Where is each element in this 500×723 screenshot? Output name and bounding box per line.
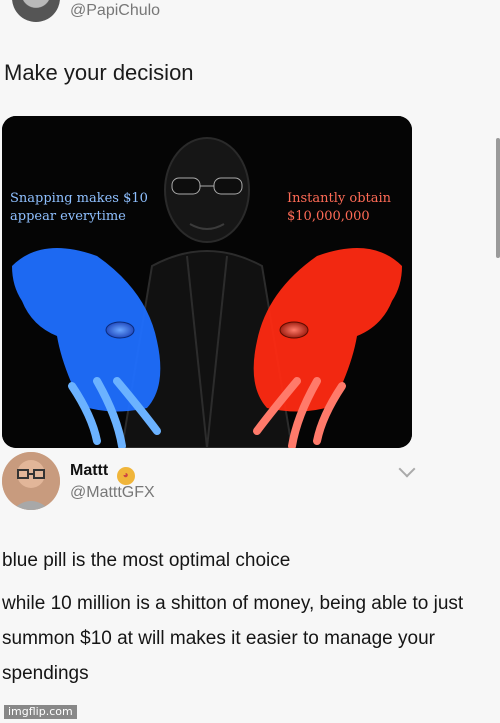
reply-author-name[interactable]: Mattt ◕: [70, 462, 135, 485]
chevron-down-icon[interactable]: [398, 460, 416, 478]
tweet-handle[interactable]: @PapiChulo: [70, 2, 160, 20]
reply-author-name-text: Mattt: [70, 462, 109, 479]
avatar-illustration: [2, 452, 60, 510]
reply-paragraph-2: while 10 million is a shitton of money, …: [2, 593, 464, 684]
reply-paragraph-1: blue pill is the most optimal choice: [2, 550, 291, 571]
watermark: imgflip.com: [4, 705, 77, 719]
meme-image[interactable]: Snapping makes $10 appear everytime Inst…: [2, 116, 412, 448]
scrollbar[interactable]: [496, 138, 500, 258]
red-pill-caption: Instantly obtain $10,000,000: [287, 191, 392, 224]
cat-emoji-icon: ◕: [116, 467, 135, 485]
morpheus-pill-illustration: [2, 116, 412, 448]
avatar[interactable]: [2, 452, 60, 510]
blue-pill-caption: Snapping makes $10 appear everytime: [10, 191, 148, 224]
tweet-text: Make your decision: [4, 60, 194, 85]
reply-text: blue pill is the most optimal choice whi…: [2, 543, 496, 691]
reply-author-handle[interactable]: @MatttGFX: [70, 484, 155, 502]
avatar[interactable]: [12, 0, 60, 22]
